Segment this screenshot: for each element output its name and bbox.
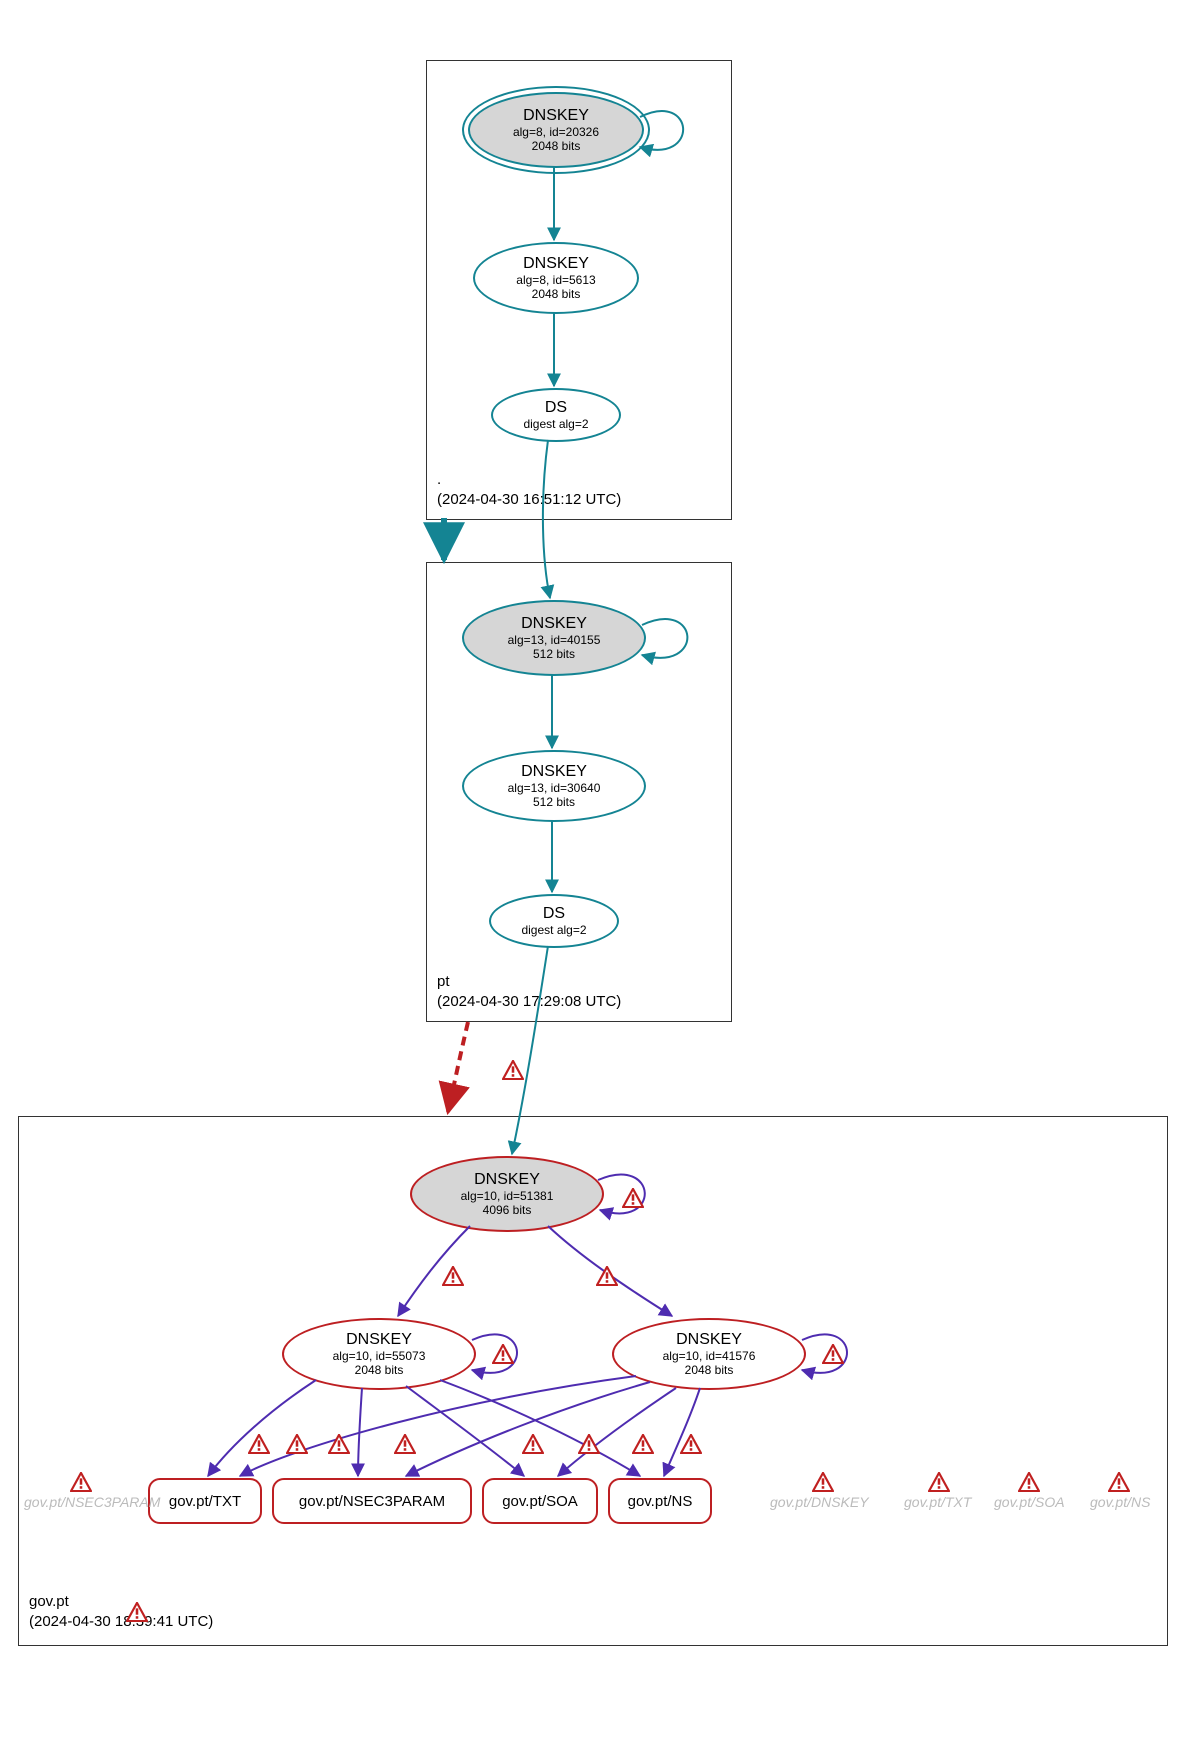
zone-gov-name: gov.pt bbox=[29, 1592, 213, 1612]
warning-icon bbox=[622, 1188, 644, 1208]
warning-icon bbox=[1018, 1472, 1040, 1492]
zone-pt-name: pt bbox=[437, 972, 621, 992]
rrset-ns[interactable]: gov.pt/NS bbox=[608, 1478, 712, 1524]
warning-icon bbox=[394, 1434, 416, 1454]
node-root-zsk[interactable]: DNSKEY alg=8, id=5613 2048 bits bbox=[473, 242, 639, 314]
node-root-ksk[interactable]: DNSKEY alg=8, id=20326 2048 bits bbox=[468, 92, 644, 168]
warning-icon bbox=[286, 1434, 308, 1454]
warning-icon bbox=[442, 1266, 464, 1286]
warning-icon bbox=[492, 1344, 514, 1364]
node-pt-ds[interactable]: DS digest alg=2 bbox=[489, 894, 619, 948]
warning-icon bbox=[596, 1266, 618, 1286]
node-gov-ksk[interactable]: DNSKEY alg=10, id=51381 4096 bits bbox=[410, 1156, 604, 1232]
warning-icon bbox=[928, 1472, 950, 1492]
zone-root-ts: (2024-04-30 16:51:12 UTC) bbox=[437, 490, 621, 510]
zone-pt-ts: (2024-04-30 17:29:08 UTC) bbox=[437, 992, 621, 1012]
zone-root-name: . bbox=[437, 470, 621, 490]
warning-icon bbox=[70, 1472, 92, 1492]
warning-icon bbox=[632, 1434, 654, 1454]
warning-icon bbox=[248, 1434, 270, 1454]
node-pt-zsk[interactable]: DNSKEY alg=13, id=30640 512 bits bbox=[462, 750, 646, 822]
warning-icon bbox=[1108, 1472, 1130, 1492]
rrset-nsec3param[interactable]: gov.pt/NSEC3PARAM bbox=[272, 1478, 472, 1524]
node-gov-zsk2[interactable]: DNSKEY alg=10, id=41576 2048 bits bbox=[612, 1318, 806, 1390]
zone-gov-ts: (2024-04-30 18:39:41 UTC) bbox=[29, 1612, 213, 1632]
warning-icon bbox=[126, 1602, 148, 1622]
warning-icon bbox=[328, 1434, 350, 1454]
ghost-ns: gov.pt/NS bbox=[1090, 1494, 1150, 1510]
warning-icon bbox=[822, 1344, 844, 1364]
warning-icon bbox=[522, 1434, 544, 1454]
ghost-dnskey: gov.pt/DNSKEY bbox=[770, 1494, 869, 1510]
warning-icon bbox=[578, 1434, 600, 1454]
warning-icon bbox=[812, 1472, 834, 1492]
ghost-txt: gov.pt/TXT bbox=[904, 1494, 971, 1510]
warning-icon bbox=[680, 1434, 702, 1454]
rrset-soa[interactable]: gov.pt/SOA bbox=[482, 1478, 598, 1524]
node-root-ds[interactable]: DS digest alg=2 bbox=[491, 388, 621, 442]
node-gov-zsk1[interactable]: DNSKEY alg=10, id=55073 2048 bits bbox=[282, 1318, 476, 1390]
ghost-soa: gov.pt/SOA bbox=[994, 1494, 1065, 1510]
warning-icon bbox=[502, 1060, 524, 1080]
node-pt-ksk[interactable]: DNSKEY alg=13, id=40155 512 bits bbox=[462, 600, 646, 676]
rrset-txt[interactable]: gov.pt/TXT bbox=[148, 1478, 262, 1524]
ghost-nsec3: gov.pt/NSEC3PARAM bbox=[24, 1494, 160, 1510]
